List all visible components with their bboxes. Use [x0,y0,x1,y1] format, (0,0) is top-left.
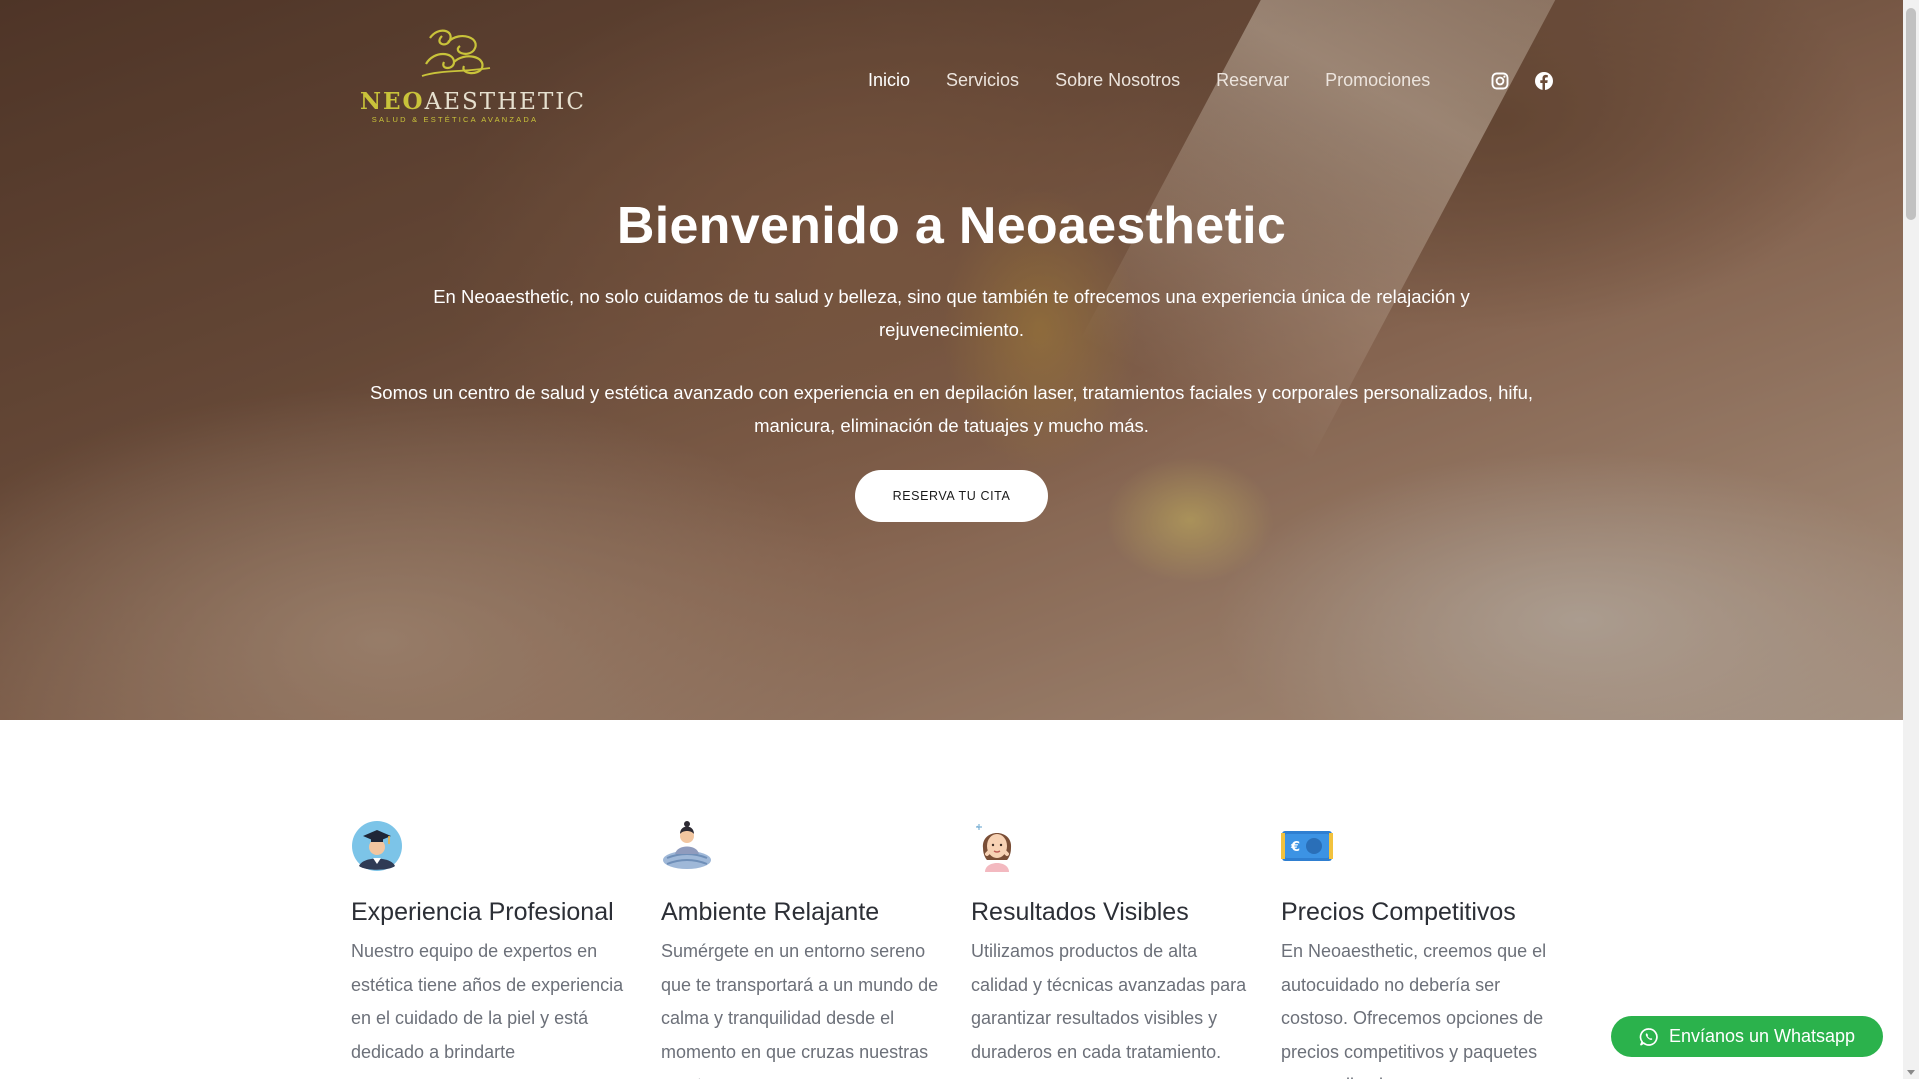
hero-overlay [0,0,1903,720]
logo-wordmark: NEOAESTHETIC [360,88,584,115]
graduate-icon [352,821,402,871]
feature-title: Precios Competitivos [1281,898,1516,926]
feature-card-prices: € Precios Competitivos En Neoaesthetic, … [1281,820,1561,1079]
feature-text: Sumérgete en un entorno sereno que te tr… [661,941,939,1079]
feature-title: Ambiente Relajante [661,898,880,926]
nav-item-inicio[interactable]: Inicio [868,70,910,91]
feature-title: Experiencia Profesional [351,898,614,926]
hero-services-text: Somos un centro de salud y estética avan… [369,382,1534,436]
logo-aesthetic: AESTHETIC [424,89,586,115]
brand-logo[interactable]: NEOAESTHETIC SALUD & ESTÉTICA AVANZADA [360,24,584,124]
feature-text: Nuestro equipo de expertos en estética t… [351,941,624,1062]
instagram-icon[interactable] [1490,71,1510,91]
nav-item-servicios[interactable]: Servicios [946,70,1019,91]
book-appointment-button[interactable]: RESERVA TU CITA [855,470,1048,522]
scrollbar-thumb[interactable] [1906,8,1916,220]
feature-text: En Neoaesthetic, creemos que el autocuid… [1281,941,1547,1079]
relax-icon [663,821,711,869]
whatsapp-label: Envíanos un Whatsapp [1668,1026,1856,1046]
logo-neo: NEO [360,88,425,115]
hero-intro-text: En Neoaesthetic, no solo cuidamos de tu … [433,286,1470,340]
woman-face-icon [976,824,1012,872]
feature-card-experience: Experiencia Profesional Nuestro equipo d… [351,820,631,1069]
butterfly-logo-icon [421,29,491,77]
feature-text: Utilizamos productos de alta calidad y t… [971,941,1247,1062]
hero-title: Bienvenido a Neoaesthetic [616,197,1287,255]
page-scrollbar[interactable] [1903,0,1919,1079]
feature-card-results: Resultados Visibles Utilizamos productos… [971,820,1251,1069]
euro-banknote-icon: € [1281,831,1333,861]
whatsapp-icon [1639,1027,1658,1046]
svg-text:€: € [1290,840,1300,855]
nav-item-promociones[interactable]: Promociones [1325,70,1430,91]
social-links [1490,71,1554,91]
nav-item-reservar[interactable]: Reservar [1216,70,1289,91]
main-nav: Inicio Servicios Sobre Nosotros Reservar… [868,70,1430,91]
feature-card-relaxing: Ambiente Relajante Sumérgete en un entor… [661,820,941,1079]
logo-tagline: SALUD & ESTÉTICA AVANZADA [371,115,539,124]
page: NEOAESTHETIC SALUD & ESTÉTICA AVANZADA I… [0,0,1919,1079]
whatsapp-button[interactable]: Envíanos un Whatsapp [1611,1016,1883,1057]
facebook-icon[interactable] [1534,71,1554,91]
scroll-down-arrow-icon[interactable] [1907,1070,1915,1075]
nav-item-sobre-nosotros[interactable]: Sobre Nosotros [1055,70,1180,91]
hero-section: NEOAESTHETIC SALUD & ESTÉTICA AVANZADA I… [0,0,1903,720]
feature-title: Resultados Visibles [971,898,1189,926]
